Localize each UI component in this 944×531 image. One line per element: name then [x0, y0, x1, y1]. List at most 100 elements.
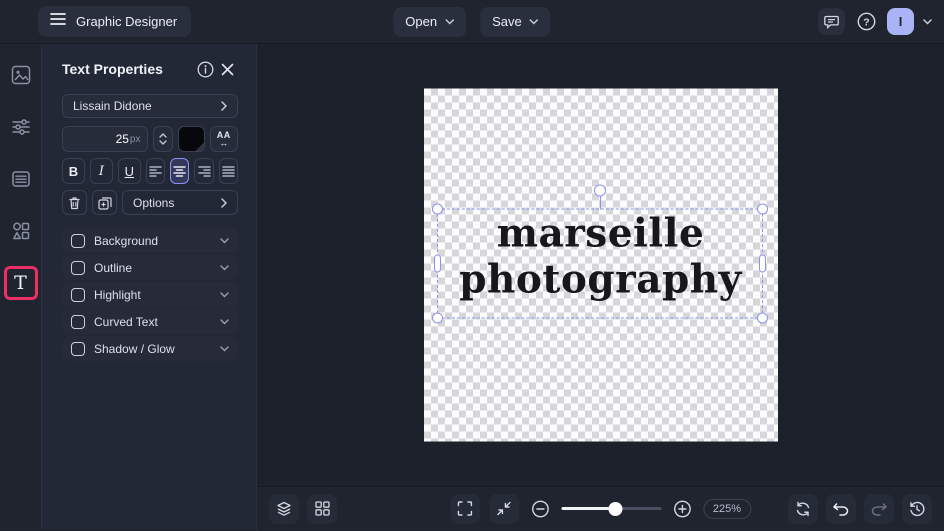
redo-button[interactable]: [864, 493, 894, 524]
checkbox[interactable]: [71, 233, 85, 248]
sidebar-item-text[interactable]: T: [3, 266, 38, 300]
toggle-background[interactable]: Background: [62, 228, 238, 253]
fullscreen-icon: [457, 501, 473, 516]
delete-button[interactable]: [62, 190, 87, 215]
chevron-right-icon: [221, 101, 227, 111]
text-color-swatch[interactable]: [178, 126, 205, 152]
open-button[interactable]: Open: [393, 6, 467, 37]
zoom-in-button[interactable]: [670, 497, 694, 521]
undo-button[interactable]: [826, 493, 856, 524]
bold-button[interactable]: B: [62, 158, 85, 184]
font-size-input[interactable]: 25 px: [62, 126, 149, 152]
checkbox[interactable]: [71, 287, 85, 302]
fit-screen-icon: [497, 501, 511, 516]
font-family-select[interactable]: Lissain Didone: [62, 94, 238, 118]
trash-icon: [69, 196, 80, 209]
sliders-icon: [11, 119, 30, 135]
chevron-down-icon: [220, 318, 229, 324]
help-icon: ?: [857, 12, 875, 31]
resize-handle-top-left[interactable]: [431, 203, 443, 215]
resize-handle-bottom-left[interactable]: [431, 312, 443, 324]
duplicate-icon: [97, 196, 112, 210]
chevron-down-icon: [445, 18, 454, 25]
toggle-outline[interactable]: Outline: [62, 255, 238, 280]
top-bar: Graphic Designer Open Save ? I: [0, 0, 944, 44]
fullscreen-button[interactable]: [449, 493, 480, 524]
sidebar-item-adjustments[interactable]: [8, 114, 34, 140]
resize-handle-left[interactable]: [433, 254, 441, 273]
fit-to-screen-button[interactable]: [488, 493, 519, 524]
reset-button[interactable]: [788, 493, 818, 524]
plus-circle-icon: [673, 500, 691, 517]
align-left-icon: [149, 165, 162, 177]
info-button[interactable]: [194, 58, 216, 80]
save-button[interactable]: Save: [480, 6, 551, 37]
rotation-connector: [599, 196, 601, 210]
app-menu-chip[interactable]: Graphic Designer: [38, 6, 192, 37]
align-justify-icon: [222, 165, 235, 177]
app-title: Graphic Designer: [76, 14, 178, 29]
bottom-toolbar: 225%: [257, 486, 944, 530]
align-center-icon: [173, 165, 186, 177]
chevron-down-icon: [220, 237, 229, 243]
shapes-icon: [12, 222, 29, 240]
chevron-up-icon: [159, 133, 167, 138]
canvas-area[interactable]: marseille photography: [257, 44, 944, 486]
text-selection-box[interactable]: [431, 184, 768, 324]
zoom-level-badge[interactable]: 225%: [702, 498, 752, 519]
redo-icon: [871, 502, 887, 516]
underline-button[interactable]: U: [117, 158, 141, 184]
text-properties-panel: Text Properties Lissain Didone 25 px AA …: [42, 44, 257, 530]
resize-handle-right[interactable]: [758, 254, 766, 273]
workspace: marseille photography 225%: [257, 44, 944, 530]
zoom-out-button[interactable]: [528, 497, 552, 521]
checkbox[interactable]: [71, 341, 85, 356]
avatar[interactable]: I: [887, 8, 914, 35]
zoom-slider[interactable]: [560, 501, 661, 516]
italic-button[interactable]: I: [89, 158, 113, 184]
align-justify-button[interactable]: [218, 158, 238, 184]
hamburger-menu-icon[interactable]: [50, 12, 66, 31]
list-box-icon: [11, 171, 30, 187]
letter-spacing-button[interactable]: AA ↔: [209, 126, 238, 152]
font-size-stepper[interactable]: [153, 126, 174, 152]
comment-icon: [824, 15, 839, 29]
align-right-icon: [197, 165, 211, 177]
comments-button[interactable]: [818, 8, 845, 35]
layers-button[interactable]: [269, 493, 299, 524]
toggle-highlight[interactable]: Highlight: [62, 282, 238, 307]
resize-handle-bottom-right[interactable]: [756, 312, 768, 324]
chevron-down-icon: [220, 264, 229, 270]
options-button[interactable]: Options: [122, 190, 238, 215]
toggle-shadow-glow[interactable]: Shadow / Glow: [62, 336, 238, 361]
help-button[interactable]: ?: [854, 10, 878, 34]
duplicate-button[interactable]: [92, 190, 117, 215]
close-icon: [221, 63, 233, 75]
zoom-slider-track-filled: [560, 507, 614, 510]
align-left-button[interactable]: [145, 158, 166, 184]
checkbox[interactable]: [71, 260, 85, 275]
align-right-button[interactable]: [194, 158, 214, 184]
image-icon: [11, 65, 30, 85]
chevron-down-icon: [529, 18, 539, 25]
toggle-curved-text[interactable]: Curved Text: [62, 309, 238, 334]
resize-handle-top-right[interactable]: [756, 203, 768, 215]
refresh-icon: [796, 501, 810, 516]
pages-grid-button[interactable]: [307, 493, 337, 524]
sidebar-item-shapes[interactable]: [8, 218, 34, 244]
history-button[interactable]: [902, 493, 932, 524]
account-chevron-down-icon[interactable]: [923, 18, 932, 25]
horizontal-arrows-icon: ↔: [219, 137, 229, 148]
align-center-button[interactable]: [170, 158, 190, 184]
zoom-slider-knob[interactable]: [607, 501, 622, 516]
sidebar-item-images[interactable]: [8, 62, 34, 88]
chevron-down-icon: [159, 140, 167, 145]
info-icon: [197, 61, 213, 77]
checkbox[interactable]: [71, 314, 85, 329]
rotate-handle[interactable]: [593, 184, 606, 197]
panel-title: Text Properties: [62, 61, 163, 77]
tool-sidebar: T: [0, 44, 42, 530]
sidebar-item-templates[interactable]: [8, 166, 34, 192]
close-panel-button[interactable]: [216, 58, 238, 80]
design-canvas[interactable]: marseille photography: [423, 88, 778, 442]
